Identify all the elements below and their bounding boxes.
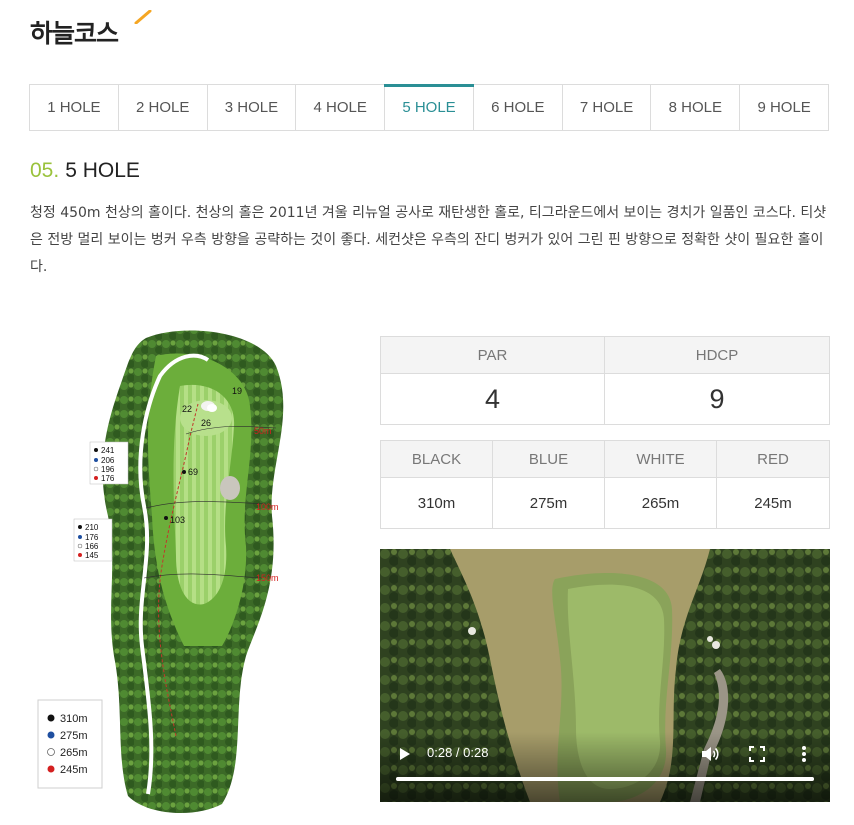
svg-text:176: 176 [85, 533, 99, 542]
tab-hole-8[interactable]: 8 HOLE [651, 85, 741, 130]
tee-black-value: 310m [381, 478, 493, 528]
svg-text:196: 196 [101, 465, 115, 474]
green-mark: 26 [201, 418, 211, 428]
tee-blue-value: 275m [493, 478, 605, 528]
title-accent-mark [134, 10, 152, 24]
tee-red-value: 245m [754, 494, 792, 512]
more-options-icon[interactable] [800, 745, 808, 763]
video-time: 0:28 / 0:28 [427, 745, 489, 760]
tab-hole-6[interactable]: 6 HOLE [474, 85, 563, 130]
svg-text:145: 145 [85, 551, 99, 560]
play-icon[interactable] [398, 747, 412, 761]
volume-icon[interactable] [701, 746, 719, 762]
tab-hole-7[interactable]: 7 HOLE [563, 85, 652, 130]
svg-text:176: 176 [101, 474, 115, 483]
hole-description: 청정 450m 천상의 홀이다. 천상의 홀은 2011년 겨울 리뉴얼 공사로… [30, 205, 827, 275]
tee-black-label: BLACK [381, 441, 493, 478]
fairway-mark: 103 [170, 515, 185, 525]
tab-hole-1[interactable]: 1 HOLE [30, 85, 119, 130]
tee-white-label: WHITE [605, 441, 717, 478]
tee-blue-label: BLUE [493, 441, 605, 478]
tee-red-label: RED [717, 441, 829, 478]
tee-distance-table: BLACK BLUE WHITE RED 310m 275m 265m 245m [380, 440, 830, 529]
hole-heading: 05. 5 HOLE [30, 159, 140, 183]
course-title: 하늘코스 [30, 19, 119, 48]
hole-name: 5 HOLE [65, 159, 140, 182]
tee-legend-dot [47, 731, 55, 739]
tab-hole-5[interactable]: 5 HOLE [384, 84, 474, 130]
hdcp-value: 9 [709, 383, 725, 414]
tab-hole-3[interactable]: 3 HOLE [208, 85, 297, 130]
tee-legend-dot [47, 765, 55, 773]
tee-legend-dot [47, 714, 55, 722]
green-mark: 22 [182, 404, 192, 414]
tee-legend-label: 310m [60, 713, 88, 725]
par-label: PAR [381, 337, 605, 374]
tee-legend-label: 245m [60, 764, 88, 776]
tab-hole-9[interactable]: 9 HOLE [740, 85, 828, 130]
green-mark: 19 [232, 386, 242, 396]
tee-legend-dot [47, 748, 55, 756]
fullscreen-icon[interactable] [749, 746, 765, 762]
svg-text:206: 206 [101, 456, 115, 465]
bunker [207, 404, 217, 412]
hdcp-label: HDCP [605, 337, 829, 374]
tab-hole-4[interactable]: 4 HOLE [296, 85, 386, 130]
tee-legend-label: 265m [60, 747, 88, 759]
hole-tabs: 1 HOLE 2 HOLE 3 HOLE 4 HOLE 5 HOLE 6 HOL… [29, 84, 829, 131]
distance-mark: 100m [256, 502, 279, 512]
tab-hole-2[interactable]: 2 HOLE [119, 85, 208, 130]
distance-mark: 50m [254, 426, 272, 436]
svg-text:166: 166 [85, 542, 99, 551]
hole-video-player[interactable]: 0:28 / 0:28 [380, 549, 830, 802]
tee-legend-label: 275m [60, 730, 88, 742]
hole-number: 05. [30, 159, 60, 182]
video-controls [380, 732, 830, 802]
fairway-mark: 69 [188, 467, 198, 477]
video-progress-bar[interactable] [396, 777, 814, 781]
par-value: 4 [381, 374, 605, 424]
distance-mark: 150m [256, 573, 279, 583]
bunker [220, 476, 240, 500]
svg-text:241: 241 [101, 446, 115, 455]
video-progress-fill [396, 777, 814, 781]
course-map: 19 22 26 69 103 50m 100m 150m 241 206 19… [37, 330, 284, 814]
svg-text:210: 210 [85, 523, 99, 532]
par-hdcp-table: PAR HDCP 4 9 [380, 336, 830, 425]
tee-white-value: 265m [605, 478, 717, 528]
